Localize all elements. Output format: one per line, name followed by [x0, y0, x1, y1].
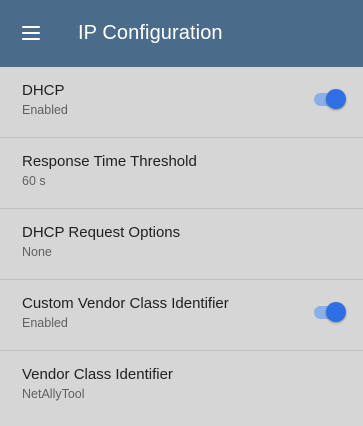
- settings-list: DHCP Enabled Response Time Threshold 60 …: [0, 67, 363, 421]
- setting-row-vendor-class-identifier[interactable]: Vendor Class Identifier NetAllyTool: [0, 351, 363, 421]
- setting-value: Enabled: [22, 103, 68, 117]
- setting-row-custom-vendor-class-identifier[interactable]: Custom Vendor Class Identifier Enabled: [0, 280, 363, 351]
- setting-value: 60 s: [22, 174, 46, 188]
- dhcp-toggle[interactable]: [314, 89, 346, 109]
- app-bar: IP Configuration: [0, 0, 363, 67]
- menu-icon-bar: [22, 26, 40, 28]
- menu-icon-bar: [22, 38, 40, 40]
- setting-row-dhcp-request-options[interactable]: DHCP Request Options None: [0, 209, 363, 280]
- setting-title: Response Time Threshold: [22, 153, 197, 170]
- toggle-thumb: [326, 302, 346, 322]
- setting-row-response-time-threshold[interactable]: Response Time Threshold 60 s: [0, 138, 363, 209]
- setting-value: Enabled: [22, 316, 68, 330]
- toggle-thumb: [326, 89, 346, 109]
- app-screen: IP Configuration DHCP Enabled Response T…: [0, 0, 363, 426]
- setting-title: DHCP Request Options: [22, 224, 181, 241]
- setting-title: DHCP: [22, 82, 65, 99]
- setting-title: Vendor Class Identifier: [22, 366, 173, 383]
- setting-value: NetAllyTool: [22, 387, 85, 401]
- setting-row-dhcp[interactable]: DHCP Enabled: [0, 67, 363, 138]
- custom-vendor-class-toggle[interactable]: [314, 302, 346, 322]
- page-title: IP Configuration: [78, 22, 223, 44]
- setting-title: Custom Vendor Class Identifier: [22, 295, 229, 312]
- setting-value: None: [22, 245, 52, 259]
- menu-icon[interactable]: [22, 26, 40, 40]
- menu-icon-bar: [22, 32, 40, 34]
